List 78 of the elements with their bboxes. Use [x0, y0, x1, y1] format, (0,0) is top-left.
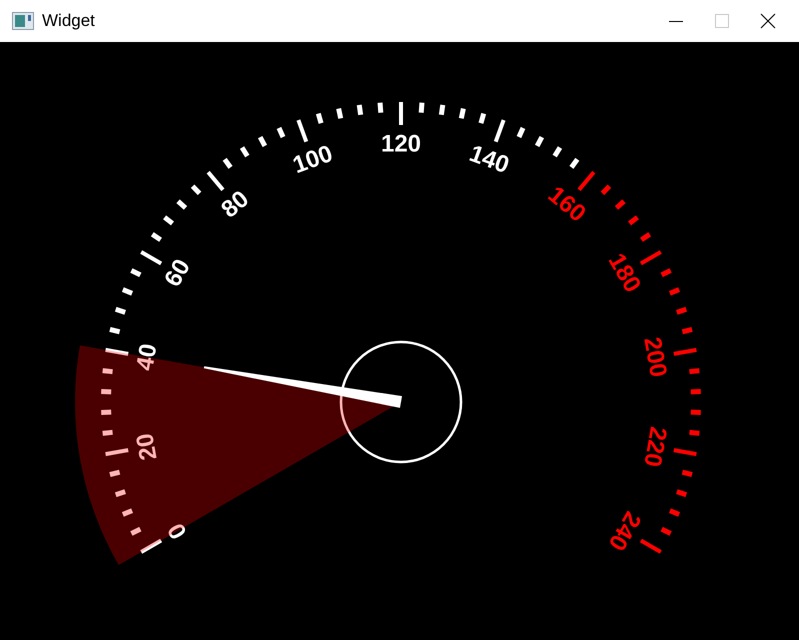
minor-tick	[668, 287, 680, 296]
speed-label: 200	[638, 335, 672, 380]
minor-tick	[163, 215, 174, 226]
speed-label: 0	[162, 518, 193, 544]
minor-tick	[122, 287, 134, 296]
major-tick	[105, 348, 129, 356]
minor-tick	[640, 232, 652, 242]
speed-label: 240	[602, 506, 646, 556]
minor-tick	[222, 158, 233, 169]
minor-tick	[258, 136, 268, 148]
minor-tick	[336, 108, 344, 119]
speed-label: 100	[289, 140, 336, 180]
major-tick	[640, 538, 662, 554]
minor-tick	[114, 489, 126, 498]
minor-tick	[316, 112, 324, 124]
minor-tick	[682, 470, 693, 477]
minor-tick	[101, 389, 112, 394]
minor-tick	[114, 306, 126, 315]
minor-tick	[418, 102, 424, 113]
minor-tick	[122, 508, 134, 517]
minor-tick	[102, 368, 113, 374]
app-icon	[12, 12, 34, 30]
major-tick	[640, 250, 662, 266]
minor-tick	[660, 268, 672, 278]
minor-tick	[690, 410, 701, 415]
minor-tick	[676, 489, 688, 498]
major-tick	[140, 538, 162, 554]
minor-tick	[190, 184, 202, 196]
minor-tick	[676, 306, 688, 315]
minimize-icon	[669, 20, 683, 22]
major-tick	[673, 448, 697, 456]
close-icon	[760, 13, 776, 29]
speed-label: 160	[542, 181, 591, 228]
major-tick	[673, 348, 697, 356]
minor-tick	[690, 389, 701, 394]
major-tick	[296, 119, 308, 142]
minor-tick	[276, 126, 286, 138]
minor-tick	[534, 136, 544, 148]
speed-label: 60	[159, 254, 196, 292]
minor-tick	[569, 158, 580, 169]
minor-tick	[109, 327, 120, 334]
minor-tick	[150, 232, 162, 242]
major-tick	[140, 250, 162, 266]
major-tick	[494, 119, 506, 142]
speed-label: 80	[216, 185, 254, 224]
speed-label: 220	[638, 424, 672, 469]
minor-tick	[458, 108, 466, 119]
speed-label: 140	[466, 140, 513, 180]
minor-tick	[176, 199, 188, 210]
minor-tick	[109, 470, 120, 477]
minor-tick	[378, 102, 384, 113]
major-tick	[399, 102, 403, 125]
minor-tick	[478, 112, 486, 124]
speed-label: 20	[131, 431, 163, 462]
minor-tick	[240, 146, 250, 158]
minor-tick	[438, 104, 446, 116]
minor-tick	[689, 430, 700, 436]
maximize-icon	[714, 13, 730, 29]
speed-label: 40	[131, 342, 163, 373]
major-tick	[206, 170, 224, 192]
speed-label: 120	[380, 130, 422, 158]
window-title: Widget	[42, 11, 95, 31]
minor-tick	[628, 215, 639, 226]
minor-tick	[552, 146, 562, 158]
speed-label: 180	[602, 248, 646, 298]
minor-tick	[682, 327, 693, 334]
minor-tick	[600, 184, 612, 196]
minor-tick	[130, 268, 142, 278]
minor-tick	[101, 410, 112, 415]
minor-tick	[614, 199, 626, 210]
minor-tick	[660, 526, 672, 536]
minor-tick	[356, 104, 364, 116]
major-tick	[105, 448, 129, 456]
minor-tick	[102, 430, 113, 436]
minor-tick	[130, 526, 142, 536]
minor-tick	[668, 508, 680, 517]
minor-tick	[689, 368, 700, 374]
minor-tick	[516, 126, 526, 138]
